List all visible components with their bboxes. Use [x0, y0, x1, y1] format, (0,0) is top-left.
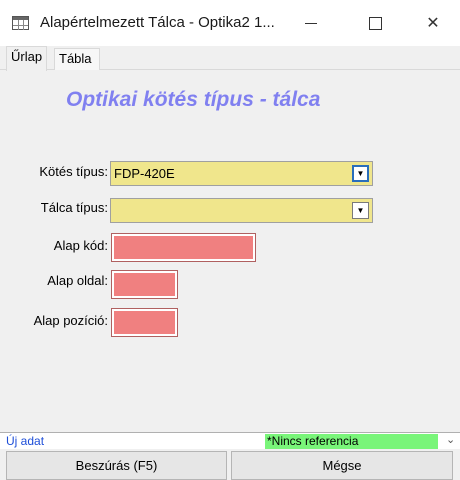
dropdown-arrow-icon[interactable]: ▼	[352, 202, 369, 219]
title-bar: Alapértelmezett Tálca - Optika2 1... ✕	[0, 0, 460, 46]
button-bar: Beszúrás (F5) Mégse	[0, 449, 460, 480]
alap-pozicio-input[interactable]	[111, 308, 178, 337]
minimize-icon	[305, 22, 317, 24]
dropdown-arrow-icon[interactable]: ▼	[352, 165, 369, 182]
form-panel: Optikai kötés típus - tálca Kötés típus:…	[0, 70, 460, 432]
form-heading: Optikai kötés típus - tálca	[66, 88, 321, 111]
tab-urlap[interactable]: Űrlap	[6, 46, 48, 71]
tab-strip: Űrlap Tábla	[0, 46, 460, 71]
close-button[interactable]: ✕	[410, 0, 456, 46]
maximize-icon	[368, 16, 382, 30]
table-icon	[12, 16, 29, 30]
chevron-down-icon[interactable]: ⌄	[446, 433, 455, 446]
alap-kod-label: Alap kód:	[53, 238, 108, 253]
alap-oldal-input[interactable]	[111, 270, 178, 299]
status-row: Új adat *Nincs referencia ⌄	[0, 432, 460, 449]
insert-button[interactable]: Beszúrás (F5)	[6, 451, 227, 480]
alap-pozicio-label: Alap pozíció:	[33, 313, 108, 328]
kotes-tipus-combo[interactable]: FDP-420E ▼	[110, 161, 373, 186]
reference-badge: *Nincs referencia	[265, 434, 438, 449]
alap-kod-input[interactable]	[111, 233, 256, 262]
alap-oldal-label: Alap oldal:	[47, 273, 108, 288]
maximize-button[interactable]	[352, 0, 398, 46]
status-new-data: Új adat	[6, 434, 45, 448]
minimize-button[interactable]	[288, 0, 334, 46]
tab-tabla[interactable]: Tábla	[54, 48, 100, 70]
talca-tipus-label: Tálca típus:	[40, 200, 108, 215]
close-icon: ✕	[426, 15, 440, 32]
kotes-tipus-value: FDP-420E	[114, 166, 175, 181]
kotes-tipus-label: Kötés típus:	[39, 164, 108, 179]
cancel-button[interactable]: Mégse	[231, 451, 453, 480]
talca-tipus-combo[interactable]: ▼	[110, 198, 373, 223]
window-title: Alapértelmezett Tálca - Optika2 1...	[40, 14, 275, 31]
